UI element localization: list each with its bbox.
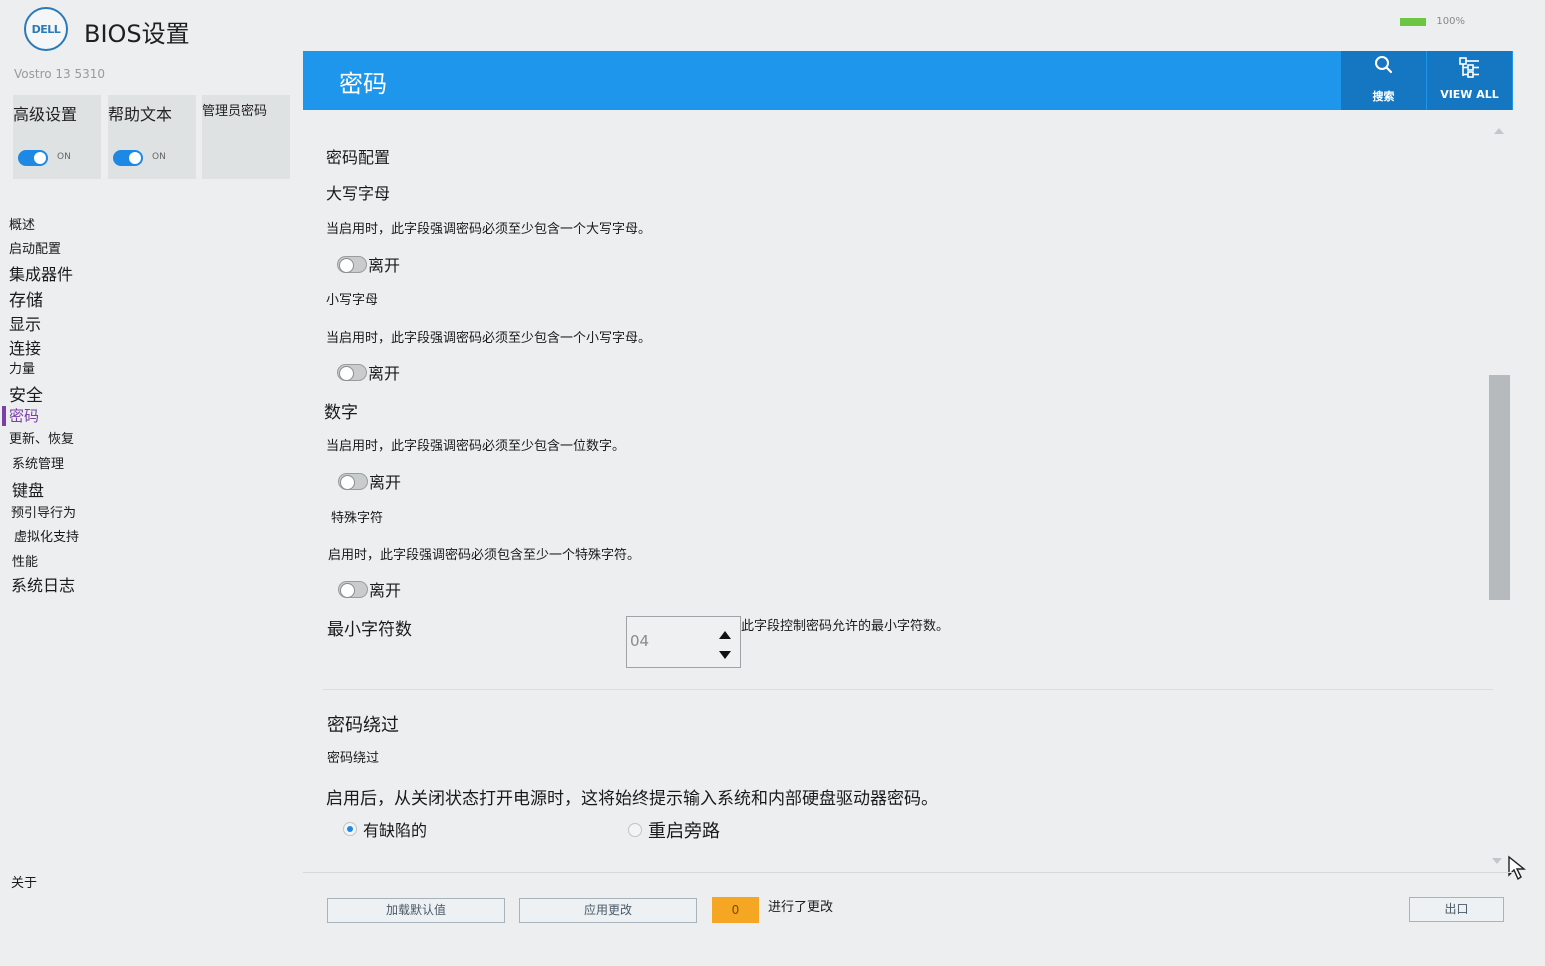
toggle-label: 离开	[368, 364, 401, 383]
sidebar-item-integrated-devices[interactable]: 集成器件	[9, 261, 73, 285]
digit-title: 数字	[324, 403, 358, 423]
radio-reboot-bypass[interactable]: 重启旁路	[628, 817, 720, 843]
view-all-label: VIEW ALL	[1440, 88, 1499, 101]
sidebar-item-keyboard[interactable]: 键盘	[12, 477, 44, 501]
sidebar-item-system-logs[interactable]: 系统日志	[11, 572, 75, 596]
decrement-arrow-icon[interactable]	[717, 647, 733, 661]
password-settings-panel: 密码配置 大写字母 当启用时，此字段强调密码必须至少包含一个大写字母。 离开 小…	[303, 110, 1513, 870]
radio-button[interactable]	[628, 823, 642, 837]
sidebar-item-security[interactable]: 安全	[9, 381, 43, 406]
sidebar-item-power[interactable]: 力量	[9, 358, 35, 377]
active-indicator	[2, 406, 6, 426]
search-label: 搜索	[1372, 90, 1395, 103]
tile-label: 高级设置	[13, 105, 78, 124]
change-count-badge: 0	[712, 897, 759, 923]
sidebar-item-connection[interactable]: 连接	[9, 335, 41, 359]
sidebar-item-system-management[interactable]: 系统管理	[12, 453, 64, 472]
toggle-switch[interactable]	[337, 363, 367, 381]
sidebar-item-display[interactable]: 显示	[9, 311, 41, 335]
toggle-label: 离开	[369, 581, 402, 600]
radio-label: 重启旁路	[648, 821, 720, 842]
min-chars-title: 最小字符数	[327, 620, 412, 640]
main-header: 密码 搜索 VIEW ALL	[303, 51, 1513, 110]
help-text-tile[interactable]: 帮助文本 ON	[108, 95, 196, 179]
toggle-label: 离开	[368, 256, 401, 275]
digit-desc: 当启用时，此字段强调密码必须至少包含一位数字。	[326, 439, 626, 454]
view-all-button[interactable]: VIEW ALL	[1427, 51, 1512, 110]
footer-divider	[303, 872, 1513, 873]
scrollbar-thumb[interactable]	[1489, 375, 1510, 600]
admin-password-tile[interactable]: 管理员密码	[202, 95, 290, 179]
sidebar-item-performance[interactable]: 性能	[12, 551, 38, 570]
scroll-up-arrow-icon[interactable]	[1493, 121, 1505, 134]
changes-made-label: 进行了更改	[768, 900, 834, 915]
bypass-desc: 启用后，从关闭状态打开电源时，这将始终提示输入系统和内部硬盘驱动器密码。	[326, 789, 938, 809]
battery-indicator: 100%	[1400, 16, 1465, 27]
toggle-switch[interactable]	[337, 255, 367, 273]
radio-disabled[interactable]: 有缺陷的	[343, 817, 427, 841]
increment-arrow-icon[interactable]	[717, 627, 733, 641]
exit-button[interactable]: 出口	[1409, 897, 1504, 922]
special-char-toggle[interactable]: 离开	[338, 577, 401, 601]
lowercase-toggle[interactable]: 离开	[337, 360, 400, 384]
special-char-desc: 启用时，此字段强调密码必须包含至少一个特殊字符。	[328, 548, 641, 563]
mouse-pointer-icon	[1507, 855, 1527, 885]
uppercase-toggle[interactable]: 离开	[337, 252, 400, 276]
toggle-switch[interactable]	[338, 580, 368, 598]
lowercase-desc: 当启用时，此字段强调密码必须至少包含一个小写字母。	[326, 331, 652, 346]
tile-label: 管理员密码	[202, 104, 268, 119]
sidebar-item-passwords[interactable]: 密码	[9, 405, 39, 426]
apply-changes-button[interactable]: 应用更改	[519, 898, 697, 923]
uppercase-title: 大写字母	[326, 184, 391, 203]
digit-toggle[interactable]: 离开	[338, 469, 401, 493]
scroll-down-arrow-icon[interactable]	[1491, 851, 1503, 864]
bypass-title: 密码绕过	[327, 751, 380, 766]
toggle-state: ON	[57, 152, 71, 162]
min-chars-value[interactable]: 04	[630, 632, 649, 650]
sidebar-item-update-recovery[interactable]: 更新、恢复	[9, 428, 74, 447]
section-divider	[323, 689, 1493, 690]
about-link[interactable]: 关于	[11, 872, 37, 891]
radio-label: 有缺陷的	[363, 821, 428, 840]
help-text-toggle[interactable]	[113, 150, 143, 166]
uppercase-desc: 当启用时，此字段强调密码必须至少包含一个大写字母。	[326, 222, 652, 237]
toggle-label: 离开	[369, 473, 402, 492]
search-icon	[1341, 54, 1426, 80]
page-title: 密码	[339, 70, 387, 98]
sidebar-item-storage[interactable]: 存储	[9, 286, 43, 311]
search-button[interactable]: 搜索	[1341, 51, 1426, 110]
toggle-switch[interactable]	[338, 472, 368, 490]
lowercase-title: 小写字母	[326, 293, 379, 308]
battery-percent: 100%	[1436, 16, 1465, 27]
advanced-setup-tile[interactable]: 高级设置 ON	[13, 95, 101, 179]
radio-button[interactable]	[343, 822, 357, 836]
load-defaults-button[interactable]: 加载默认值	[327, 898, 505, 923]
section-password-bypass: 密码绕过	[327, 715, 399, 736]
min-chars-stepper[interactable]: 04	[626, 616, 741, 668]
tile-label: 帮助文本	[108, 105, 173, 124]
dell-logo: DELL	[24, 7, 68, 51]
section-password-config: 密码配置	[326, 148, 391, 167]
toggle-state: ON	[152, 152, 166, 162]
special-char-title: 特殊字符	[331, 511, 384, 526]
model-name: Vostro 13 5310	[14, 67, 106, 81]
app-title: BIOS设置	[84, 20, 190, 48]
sidebar-item-virtualization[interactable]: 虚拟化支持	[14, 526, 79, 545]
sidebar-item-boot-config[interactable]: 启动配置	[9, 238, 61, 257]
sidebar-item-preboot-behavior[interactable]: 预引导行为	[11, 502, 76, 521]
sidebar-item-overview[interactable]: 概述	[9, 214, 35, 233]
battery-icon	[1400, 17, 1427, 26]
advanced-setup-toggle[interactable]	[18, 150, 48, 166]
min-chars-desc: 此字段控制密码允许的最小字符数。	[741, 619, 950, 634]
settings-sliders-icon	[1427, 54, 1512, 84]
